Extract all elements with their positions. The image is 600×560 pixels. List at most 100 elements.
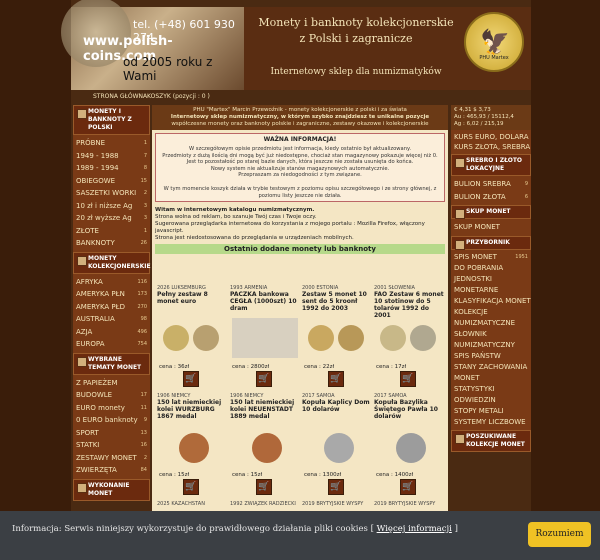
coin-image-icon <box>410 325 436 351</box>
sidebar-item[interactable]: STATKI 16 <box>73 439 150 452</box>
product-name[interactable]: PACZKA bankowa CEGŁA (1000szt) 10 dram <box>230 291 300 312</box>
link-currency-rates[interactable]: KURS EURO, DOLARA <box>451 132 531 142</box>
left-sidebar: MONETY I BANKNOTY Z POLSKI PRÓBNE 1 1949 … <box>73 105 151 501</box>
sidebar-item[interactable]: EURO monety 11 <box>73 402 150 415</box>
product-name[interactable]: Zestaw 5 monet 10 sent do 5 kroonł 1992 … <box>302 291 372 312</box>
product-card[interactable]: 2017 SAMOA Kopuła Bazylika Świętego Pawł… <box>374 393 444 499</box>
product-price: cena : 1300zł <box>304 472 342 478</box>
sidebar-item[interactable]: EUROPA 754 <box>73 338 150 351</box>
sidebar-item[interactable]: STATYSTYKI ODWIEDZIN <box>451 384 531 406</box>
cookie-message: Informacja: Serwis niniejszy wykorzystuj… <box>12 524 374 534</box>
product-name[interactable]: 150 lat niemieckiej kolei WURZBURG 1867 … <box>157 399 227 420</box>
add-to-cart-button[interactable]: 🛒 <box>183 479 199 495</box>
product-name[interactable]: Kopuła Bazylika Świętego Pawła 10 dolaró… <box>374 399 444 420</box>
product-card[interactable]: 2001 SŁOWENIA FAO Zestaw 6 monet 10 stot… <box>374 285 444 391</box>
nav-home-link[interactable]: STRONA GŁÓWNA <box>93 93 147 100</box>
sidebar-item[interactable]: ZESTAWY MONET 2 <box>73 452 150 465</box>
coin-image-icon <box>163 325 189 351</box>
add-to-cart-button[interactable]: 🛒 <box>328 371 344 387</box>
product-name[interactable]: Pełny zestaw 8 monet euro <box>157 291 227 305</box>
product-image[interactable] <box>159 426 225 466</box>
product-card[interactable]: 2017 SAMOA Kopuła Kaplicy Dom 10 dolarów… <box>302 393 372 499</box>
product-price: cena : 17zł <box>376 364 407 370</box>
add-to-cart-button[interactable]: 🛒 <box>400 371 416 387</box>
product-card[interactable]: 2026 LUKSEMBURG Pełny zestaw 8 monet eur… <box>157 285 227 391</box>
add-to-cart-button[interactable]: 🛒 <box>256 371 272 387</box>
product-name[interactable]: Kopuła Kaplicy Dom 10 dolarów <box>302 399 372 413</box>
coin-image-icon <box>338 325 364 351</box>
product-card[interactable]: 1906 NIEMCY 150 lat niemieckiej kolei WU… <box>157 393 227 499</box>
add-to-cart-button[interactable]: 🛒 <box>328 479 344 495</box>
sidebar-item[interactable]: DO POBRANIA <box>451 263 531 274</box>
add-to-cart-button[interactable]: 🛒 <box>183 371 199 387</box>
product-image[interactable] <box>376 318 442 358</box>
coin-image-icon <box>396 433 426 463</box>
company-info: PHU "Martex" Marcin Przewoźnik - monety … <box>152 105 448 130</box>
sidebar-item[interactable]: 1989 - 1994 8 <box>73 162 150 175</box>
sidebar-item[interactable]: AFRYKA 116 <box>73 276 150 289</box>
sidebar-item[interactable]: SYSTEMY LICZBOWE <box>451 417 531 428</box>
sidebar-item[interactable]: SPIS MONET 1951 <box>451 252 531 263</box>
site-subtitle: Internetowy sklep dla numizmatyków <box>270 67 442 77</box>
cookie-banner: Informacja: Serwis niniejszy wykorzystuj… <box>0 511 600 560</box>
sidebar-item[interactable]: SPORT 13 <box>73 427 150 440</box>
cookie-accept-button[interactable]: Rozumiem <box>528 522 591 547</box>
sidebar-item[interactable]: OBIEGOWE 15 <box>73 175 150 188</box>
add-to-cart-button[interactable]: 🛒 <box>256 479 272 495</box>
product-image[interactable] <box>304 426 370 466</box>
site-title-line1: Monety i banknoty kolekcjonerskie <box>258 16 454 29</box>
product-image[interactable] <box>232 318 298 358</box>
product-image[interactable] <box>304 318 370 358</box>
box-head-collector: MONETY KOLEKCJONERSKIE <box>73 251 151 274</box>
exchange-rates: € 4,31 $ 3,73 Au : 465,93 / 15112,4 Ag :… <box>451 105 531 130</box>
product-image[interactable] <box>376 426 442 466</box>
sidebar-item[interactable]: 10 zł i niższe Ag 3 <box>73 200 150 213</box>
sidebar-item[interactable]: KLASYFIKACJA MONET <box>451 296 531 307</box>
site-title: Monety i banknoty kolekcjonerskie z Pols… <box>256 15 456 47</box>
sidebar-item[interactable]: Z PAPIEŻEM <box>73 377 150 390</box>
sidebar-item[interactable]: ZWIERZĘTA 84 <box>73 464 150 477</box>
link-metal-rates[interactable]: KURS ZŁOTA, SREBRA <box>451 142 531 152</box>
notice-text: W tym momencie koszyk działa w trybie te… <box>163 185 437 199</box>
sidebar-item[interactable]: AZJA 496 <box>73 326 150 339</box>
sidebar-item[interactable]: SASZETKI WORKI 2 <box>73 187 150 200</box>
sidebar-item[interactable]: PRÓBNE 1 <box>73 137 150 150</box>
product-image[interactable] <box>232 426 298 466</box>
product-card[interactable]: 1906 NIEMCY 150 lat niemieckiej kolei NE… <box>230 393 300 499</box>
sidebar-item[interactable]: SŁOWNIK NUMIZMATYCZNY <box>451 329 531 351</box>
box-head-polish: MONETY I BANKNOTY Z POLSKI <box>73 105 150 135</box>
since-label: od 2005 roku z Wami <box>123 55 213 83</box>
sidebar-item[interactable]: 0 EURO banknoty 9 <box>73 414 150 427</box>
sidebar-item[interactable]: BUDOWLE 17 <box>73 389 150 402</box>
product-name[interactable]: FAO Zestaw 6 monet 10 stotinow do 5 tola… <box>374 291 444 319</box>
sidebar-item[interactable]: STANY ZACHOWANIA MONET <box>451 362 531 384</box>
product-card[interactable]: 2000 ESTONIA Zestaw 5 monet 10 sent do 5… <box>302 285 372 391</box>
sidebar-item[interactable]: KOLEKCJE NUMIZMATYCZNE <box>451 307 531 329</box>
nav-cart-link[interactable]: KOSZYK (pozycji : 0 ) <box>147 93 210 100</box>
sidebar-item[interactable]: STOPY METALI <box>451 406 531 417</box>
product-image[interactable] <box>159 318 225 358</box>
sidebar-item[interactable]: 1949 - 1988 7 <box>73 150 150 163</box>
product-name[interactable]: 150 lat niemieckiej kolei NEUENSTADT 188… <box>230 399 300 420</box>
logo-label: PHU Martex <box>479 55 509 61</box>
sidebar-item[interactable]: 20 zł wyższe Ag 3 <box>73 212 150 225</box>
box-body-buyback: SKUP MONET <box>451 219 531 236</box>
product-card[interactable]: 1993 ARMENIA PACZKA bankowa CEGŁA (1000s… <box>230 285 300 391</box>
cookie-more-info-link[interactable]: Więcej informacji <box>377 524 452 534</box>
sidebar-item[interactable]: BULION SREBRA 9 <box>451 178 531 191</box>
sidebar-item[interactable]: BANKNOTY 26 <box>73 237 150 250</box>
sidebar-item[interactable]: BULION ZŁOTA 6 <box>451 191 531 204</box>
product-price: cena : 15zł <box>159 472 190 478</box>
box-head-wanted[interactable]: POSZUKIWANE KOLEKCJE MONET <box>451 429 531 452</box>
sidebar-item[interactable]: ZŁOTE 1 <box>73 225 150 238</box>
sidebar-item[interactable]: AMERYKA PŁD 270 <box>73 301 150 314</box>
sidebar-item[interactable]: SPIS PAŃSTW <box>451 351 531 362</box>
sidebar-item[interactable]: AMERYKA PŁN 173 <box>73 288 150 301</box>
eagle-icon: 🦅 <box>480 28 510 56</box>
sidebar-item[interactable]: AUSTRALIA 98 <box>73 313 150 326</box>
company-logo[interactable]: 🦅 PHU Martex <box>464 12 524 72</box>
sidebar-item[interactable]: SKUP MONET <box>451 221 531 234</box>
box-head-minting[interactable]: WYKONANIE MONET <box>73 478 150 501</box>
sidebar-item[interactable]: JEDNOSTKI MONETARNE <box>451 274 531 296</box>
add-to-cart-button[interactable]: 🛒 <box>400 479 416 495</box>
